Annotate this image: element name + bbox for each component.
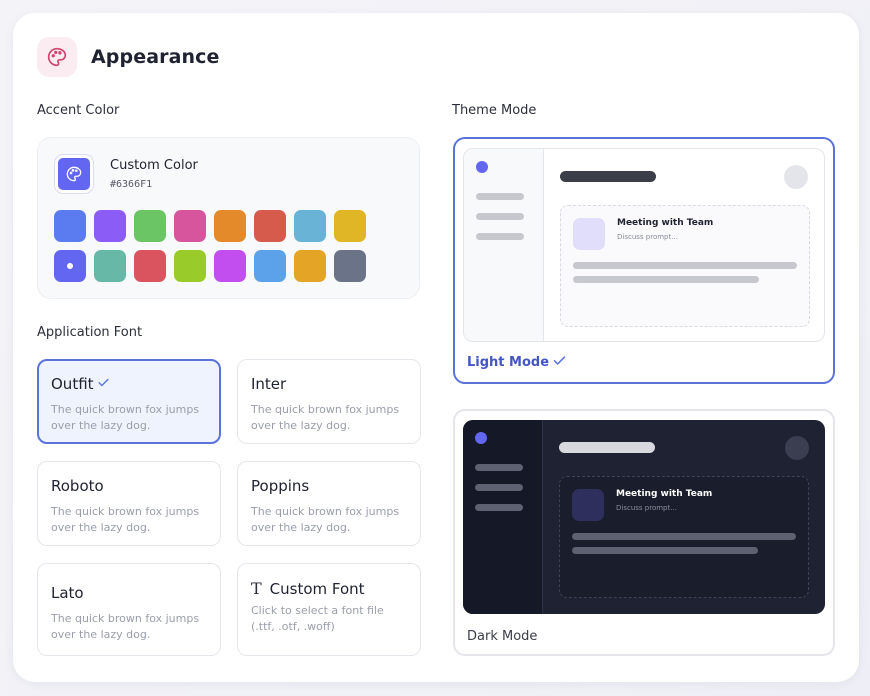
check-icon [97,375,110,393]
preview-bar [573,276,759,283]
font-sample: The quick brown fox jumps over the lazy … [51,403,200,432]
color-swatch[interactable] [134,250,166,282]
font-name: Lato [51,584,84,602]
font-card-outfit[interactable]: Outfit The quick brown fox jumps over th… [37,359,221,444]
palette-icon [37,37,77,77]
preview-meeting-card: Meeting with Team Discuss prompt... [560,205,810,327]
preview-line [476,213,524,220]
light-mode-preview: Meeting with Team Discuss prompt... [463,148,825,342]
font-section-label: Application Font [37,325,143,340]
preview-meeting-title: Meeting with Team [616,489,713,499]
font-sample: The quick brown fox jumps over the lazy … [251,403,400,432]
color-swatch[interactable] [334,250,366,282]
preview-line [476,233,524,240]
font-sample: The quick brown fox jumps over the lazy … [51,505,200,534]
color-swatch[interactable] [334,210,366,242]
accent-section-label: Accent Color [37,103,120,118]
preview-meeting-title: Meeting with Team [617,218,714,228]
preview-bar [572,533,796,540]
custom-font-name: Custom Font [269,579,365,598]
dark-mode-preview: Meeting with Team Discuss prompt... [463,420,825,614]
preview-line [475,464,523,471]
font-name: Poppins [251,477,310,495]
color-swatch[interactable] [134,210,166,242]
preview-bar [573,262,797,269]
preview-meeting-subtitle: Discuss prompt... [616,504,677,512]
color-swatch[interactable] [214,210,246,242]
preview-thumb [572,489,604,521]
appearance-panel: Appearance Accent Color Custom Color #63… [13,13,859,682]
color-swatch[interactable] [174,250,206,282]
color-swatch[interactable] [174,210,206,242]
preview-line [476,193,524,200]
color-swatch[interactable] [254,210,286,242]
font-name: Outfit [51,375,94,393]
theme-section-label: Theme Mode [452,103,537,118]
preview-dot [475,432,487,444]
dark-mode-label: Dark Mode [467,629,538,644]
font-sample: The quick brown fox jumps over the lazy … [251,505,400,534]
custom-color-swatch[interactable] [55,155,93,193]
text-type-icon: T [251,579,262,598]
color-swatch-grid [54,210,366,282]
color-swatch[interactable] [294,210,326,242]
header: Appearance [37,37,219,77]
font-card-inter[interactable]: Inter The quick brown fox jumps over the… [237,359,421,444]
color-swatch[interactable] [54,250,86,282]
custom-color-name: Custom Color [110,158,198,173]
accent-color-card: Custom Color #6366F1 [37,137,420,299]
custom-color-hex: #6366F1 [110,179,153,190]
preview-bar [572,547,758,554]
custom-font-card[interactable]: T Custom Font Click to select a font fil… [237,563,421,656]
palette-icon [66,166,82,182]
preview-dot [476,161,488,173]
color-swatch[interactable] [94,210,126,242]
preview-avatar [785,436,809,460]
preview-meeting-subtitle: Discuss prompt... [617,233,678,241]
check-icon [552,353,567,372]
font-name: Inter [251,375,287,393]
preview-sidebar [463,420,543,614]
color-swatch[interactable] [294,250,326,282]
preview-avatar [784,165,808,189]
color-swatch[interactable] [54,210,86,242]
preview-line [475,484,523,491]
font-card-lato[interactable]: Lato The quick brown fox jumps over the … [37,563,221,656]
preview-meeting-card: Meeting with Team Discuss prompt... [559,476,809,598]
preview-thumb [573,218,605,250]
preview-title-bar [559,442,655,453]
theme-card-light[interactable]: Meeting with Team Discuss prompt... Ligh… [453,137,835,384]
preview-line [475,504,523,511]
font-card-roboto[interactable]: Roboto The quick brown fox jumps over th… [37,461,221,546]
selected-dot-icon [67,263,73,269]
color-swatch[interactable] [94,250,126,282]
theme-card-dark[interactable]: Meeting with Team Discuss prompt... Dark… [453,409,835,656]
preview-title-bar [560,171,656,182]
color-swatch[interactable] [214,250,246,282]
page-title: Appearance [91,46,220,68]
font-sample: The quick brown fox jumps over the lazy … [51,612,200,641]
preview-sidebar [464,149,544,341]
custom-font-hint: Click to select a font file (.ttf, .otf,… [251,604,384,633]
light-mode-label: Light Mode [467,355,550,370]
font-card-poppins[interactable]: Poppins The quick brown fox jumps over t… [237,461,421,546]
font-name: Roboto [51,477,104,495]
color-swatch[interactable] [254,250,286,282]
